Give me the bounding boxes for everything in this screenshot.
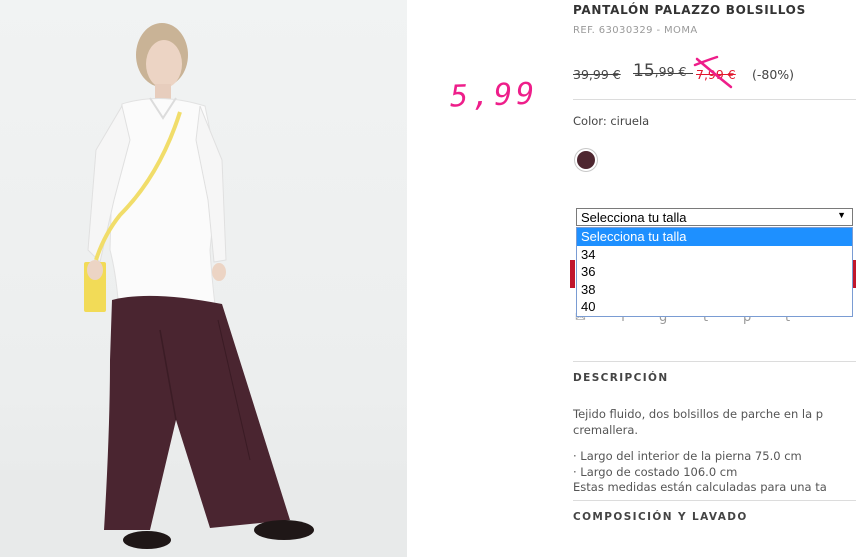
product-reference: REF. 63030329 - MOMA	[573, 25, 698, 36]
description-line: Estas medidas están calculadas para una …	[573, 480, 827, 494]
description-heading[interactable]: DESCRIPCIÓN	[573, 372, 669, 384]
handwritten-price-annotation: 5,99	[449, 76, 539, 115]
previous-price-main: 15	[633, 61, 655, 81]
product-photo[interactable]	[0, 0, 407, 557]
size-option[interactable]: Selecciona tu talla	[577, 228, 852, 246]
previous-price: 15,99 €	[633, 61, 686, 81]
description-line: Tejido fluido, dos bolsillos de parche e…	[573, 407, 824, 421]
size-select-value: Selecciona tu talla	[581, 210, 687, 225]
description-line: cremallera.	[573, 422, 639, 437]
description-line: · Largo del interior de la pierna 75.0 c…	[573, 449, 802, 463]
color-swatch-ciruela[interactable]	[577, 151, 595, 169]
handwritten-cross-mark	[693, 55, 733, 89]
divider	[573, 500, 856, 501]
previous-price-cents: ,99 €	[654, 64, 687, 79]
description-line: · Largo de costado 106.0 cm	[573, 464, 738, 479]
description-text: Tejido fluido, dos bolsillos de parche e…	[573, 407, 827, 496]
size-option[interactable]: 34	[577, 246, 852, 264]
previous-price-strike	[633, 73, 693, 74]
size-option[interactable]: 36	[577, 263, 852, 281]
add-to-bag-button-edge[interactable]	[570, 260, 575, 288]
product-info-panel: PANTALÓN PALAZZO BOLSILLOS REF. 63030329…	[570, 0, 856, 557]
original-price: 39,99 €	[573, 67, 621, 82]
divider	[573, 361, 856, 362]
discount-badge: (-80%)	[752, 67, 795, 82]
color-label: Color: ciruela	[573, 114, 650, 128]
size-dropdown-list[interactable]: Selecciona tu talla 34 36 38 40	[576, 227, 853, 317]
chevron-down-icon[interactable]: ▼	[837, 210, 846, 220]
size-option[interactable]: 40	[577, 298, 852, 316]
product-title: PANTALÓN PALAZZO BOLSILLOS	[573, 3, 806, 17]
size-option[interactable]: 38	[577, 281, 852, 299]
size-select[interactable]: Selecciona tu talla ▼	[576, 208, 853, 226]
divider	[573, 99, 856, 100]
composition-heading[interactable]: COMPOSICIÓN Y LAVADO	[573, 511, 748, 523]
